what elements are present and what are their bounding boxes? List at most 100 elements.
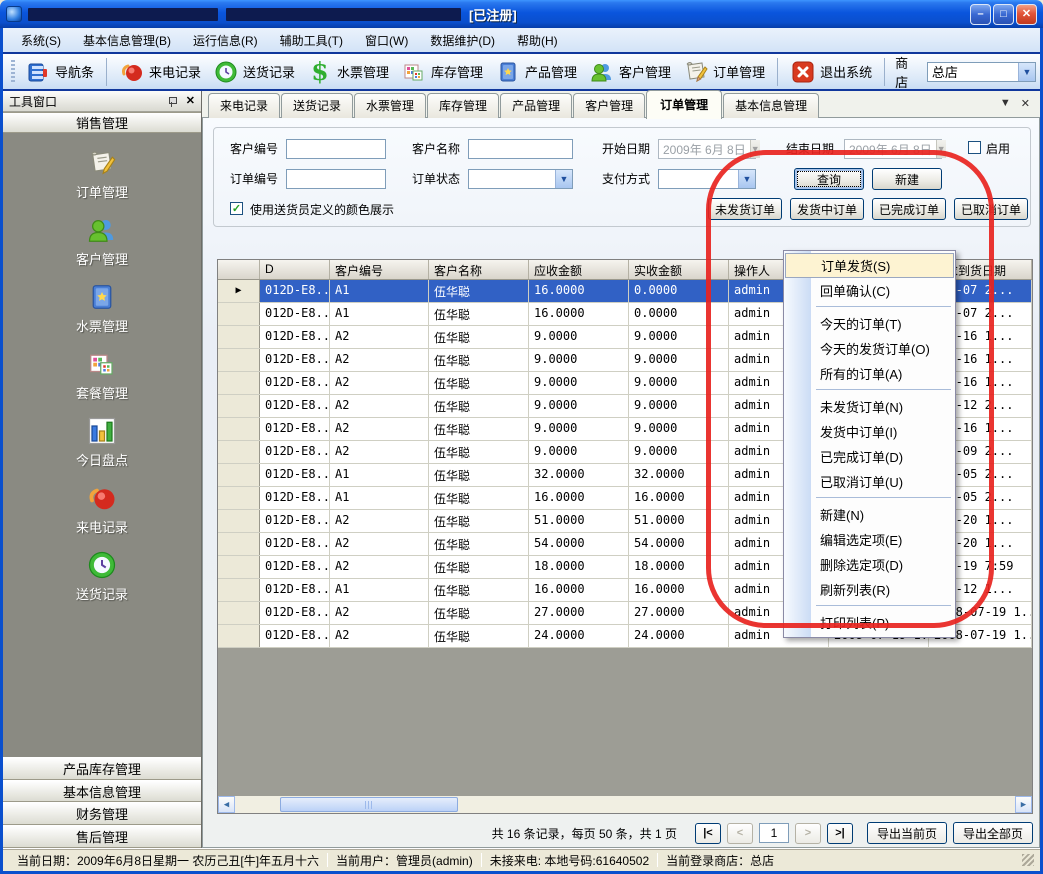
tab[interactable]: 产品管理 — [500, 93, 572, 118]
cancelled-orders-button[interactable]: 已取消订单 — [954, 198, 1028, 220]
toolbar-exit-button[interactable]: 退出系统 — [784, 56, 878, 88]
shipping-orders-button[interactable]: 发货中订单 — [790, 198, 864, 220]
toolbar-inventory-button[interactable]: 库存管理 — [395, 56, 489, 88]
enable-checkbox[interactable] — [968, 141, 981, 154]
tab[interactable]: 水票管理 — [354, 93, 426, 118]
row-selector-cell[interactable] — [218, 372, 260, 394]
row-selector-cell[interactable] — [218, 326, 260, 348]
row-selector-cell[interactable] — [218, 418, 260, 440]
start-date-picker[interactable]: 2009年 6月 8日 ▼ — [658, 139, 756, 159]
context-menu-item[interactable]: 今天的订单(T) — [784, 311, 955, 336]
sidebar-group[interactable]: 产品库存管理 — [3, 757, 201, 780]
last-page-button[interactable]: >| — [827, 823, 853, 844]
tab[interactable]: 送货记录 — [281, 93, 353, 118]
customer-name-input[interactable] — [468, 139, 573, 159]
tab[interactable]: 订单管理 — [646, 90, 722, 119]
scroll-right-icon[interactable]: ▶ — [1015, 796, 1032, 813]
minimize-button[interactable]: – — [970, 4, 991, 25]
row-selector-cell[interactable]: ▶ — [218, 280, 260, 302]
sidebar-item-delivery-log[interactable]: 送货记录 — [76, 549, 128, 603]
context-menu-item[interactable]: 刷新列表(R) — [784, 577, 955, 602]
table-header-cell[interactable]: D — [260, 260, 330, 279]
pay-method-select[interactable]: ▼ — [658, 169, 756, 189]
first-page-button[interactable]: |< — [695, 823, 721, 844]
menu-item[interactable]: 窗口(W) — [355, 29, 418, 52]
row-selector-cell[interactable] — [218, 303, 260, 325]
toolbar-grip[interactable] — [11, 60, 15, 84]
maximize-button[interactable]: □ — [993, 4, 1014, 25]
unshipped-orders-button[interactable]: 未发货订单 — [708, 198, 782, 220]
row-selector-cell[interactable] — [218, 556, 260, 578]
menu-item[interactable]: 系统(S) — [11, 29, 71, 52]
row-selector-cell[interactable] — [218, 441, 260, 463]
toolbar-order-button[interactable]: 订单管理 — [677, 56, 771, 88]
menu-item[interactable]: 基本信息管理(B) — [73, 29, 181, 52]
customer-no-input[interactable] — [286, 139, 386, 159]
toolbar-ticket-button[interactable]: $ 水票管理 — [301, 56, 395, 88]
row-selector-cell[interactable] — [218, 602, 260, 624]
context-menu-item[interactable]: 打印列表(P) — [784, 610, 955, 635]
horizontal-scrollbar[interactable]: ◀ ▶ — [218, 796, 1032, 813]
table-header-cell[interactable]: 实收金额 — [629, 260, 729, 279]
tab[interactable]: 基本信息管理 — [723, 93, 819, 118]
query-button[interactable]: 查询 — [794, 168, 864, 190]
pin-icon[interactable] — [167, 96, 178, 107]
toolbar-delivery-log-button[interactable]: 送货记录 — [207, 56, 301, 88]
context-menu-item[interactable]: 回单确认(C) — [784, 278, 955, 303]
row-selector-cell[interactable] — [218, 487, 260, 509]
sidebar-item-daily-check[interactable]: 今日盘点 — [76, 415, 128, 469]
context-menu-item[interactable]: 今天的发货订单(O) — [784, 336, 955, 361]
sidebar-group-sales[interactable]: 销售管理 — [3, 112, 201, 133]
sidebar-item-order-mgmt[interactable]: 订单管理 — [76, 147, 128, 201]
context-menu-item[interactable] — [816, 497, 951, 498]
export-current-page-button[interactable]: 导出当前页 — [867, 822, 947, 844]
context-menu-item[interactable]: 订单发货(S) — [785, 253, 954, 278]
use-deliverer-color-checkbox[interactable]: ✓ — [230, 202, 243, 215]
context-menu-item[interactable]: 发货中订单(I) — [784, 419, 955, 444]
context-menu-item[interactable]: 所有的订单(A) — [784, 361, 955, 386]
row-selector-cell[interactable] — [218, 625, 260, 647]
row-selector-cell[interactable] — [218, 349, 260, 371]
prev-page-button[interactable]: < — [727, 823, 753, 844]
table-header-cell[interactable] — [218, 260, 260, 279]
close-button[interactable]: ✕ — [1016, 4, 1037, 25]
sidebar-group[interactable]: 售后管理 — [3, 825, 201, 848]
context-menu-item[interactable] — [816, 605, 951, 606]
context-menu-item[interactable]: 已完成订单(D) — [784, 444, 955, 469]
end-date-picker[interactable]: 2009年 6月 8日 ▼ — [844, 139, 942, 159]
sidebar-group[interactable]: 财务管理 — [3, 802, 201, 825]
new-button[interactable]: 新建 — [872, 168, 942, 190]
sidebar-item-customer-mgmt[interactable]: 客户管理 — [76, 214, 128, 268]
tab[interactable]: 客户管理 — [573, 93, 645, 118]
page-number-input[interactable] — [759, 823, 789, 843]
toolbar-product-button[interactable]: 产品管理 — [489, 56, 583, 88]
toolbar-nav-button[interactable]: 导航条 — [19, 56, 100, 88]
row-selector-cell[interactable] — [218, 395, 260, 417]
menu-item[interactable]: 数据维护(D) — [420, 29, 505, 52]
scroll-left-icon[interactable]: ◀ — [218, 796, 235, 813]
order-status-select[interactable]: ▼ — [468, 169, 573, 189]
context-menu-item[interactable]: 未发货订单(N) — [784, 394, 955, 419]
context-menu-item[interactable] — [816, 306, 951, 307]
context-menu-item[interactable]: 编辑选定项(E) — [784, 527, 955, 552]
menu-item[interactable]: 运行信息(R) — [183, 29, 268, 52]
resize-grip[interactable] — [1022, 854, 1034, 866]
tab[interactable]: 来电记录 — [208, 93, 280, 118]
toolbar-customer-button[interactable]: 客户管理 — [583, 56, 677, 88]
scrollbar-thumb[interactable] — [280, 797, 458, 812]
table-header-cell[interactable]: 客户编号 — [330, 260, 429, 279]
order-no-input[interactable] — [286, 169, 386, 189]
sidebar-item-combo-mgmt[interactable]: 套餐管理 — [76, 348, 128, 402]
context-menu-item[interactable]: 新建(N) — [784, 502, 955, 527]
sidebar-item-call-log[interactable]: 来电记录 — [76, 482, 128, 536]
menu-item[interactable]: 帮助(H) — [507, 29, 568, 52]
sidebar-item-ticket-mgmt[interactable]: 水票管理 — [76, 281, 128, 335]
shop-select[interactable]: 总店 ▼ — [927, 62, 1036, 82]
row-selector-cell[interactable] — [218, 464, 260, 486]
toolbar-call-log-button[interactable]: 来电记录 — [113, 56, 207, 88]
row-selector-cell[interactable] — [218, 579, 260, 601]
tab[interactable]: 库存管理 — [427, 93, 499, 118]
export-all-pages-button[interactable]: 导出全部页 — [953, 822, 1033, 844]
table-header-cell[interactable]: 应收金额 — [529, 260, 629, 279]
tab-dropdown-icon[interactable]: ▼ — [1000, 97, 1011, 110]
